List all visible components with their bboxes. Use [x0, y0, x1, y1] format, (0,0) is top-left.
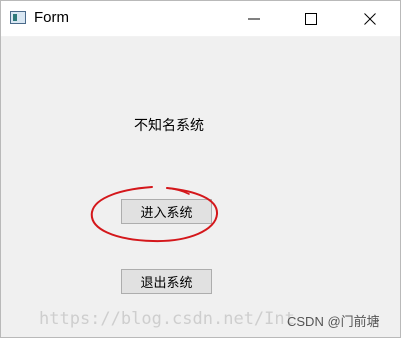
close-icon — [364, 12, 376, 25]
close-button[interactable] — [347, 1, 393, 36]
form-window: Form 不知名系统 进入系统 退出系统 https://blog.csdn.n… — [0, 0, 401, 338]
title-bar[interactable]: Form — [1, 1, 400, 37]
maximize-button[interactable] — [288, 1, 334, 36]
app-window-icon-inner — [13, 14, 17, 21]
system-name-label: 不知名系统 — [134, 118, 204, 134]
minimize-button[interactable] — [231, 1, 277, 36]
enter-system-button[interactable]: 进入系统 — [121, 199, 212, 224]
minimize-icon — [248, 18, 260, 19]
window-title: Form — [34, 9, 69, 26]
maximize-icon — [305, 12, 317, 25]
exit-system-button[interactable]: 退出系统 — [121, 269, 212, 294]
blog-url-watermark: https://blog.csdn.net/Int — [39, 309, 295, 329]
csdn-credit-watermark: CSDN @门前塘 — [287, 314, 380, 329]
app-window-icon — [10, 11, 26, 24]
